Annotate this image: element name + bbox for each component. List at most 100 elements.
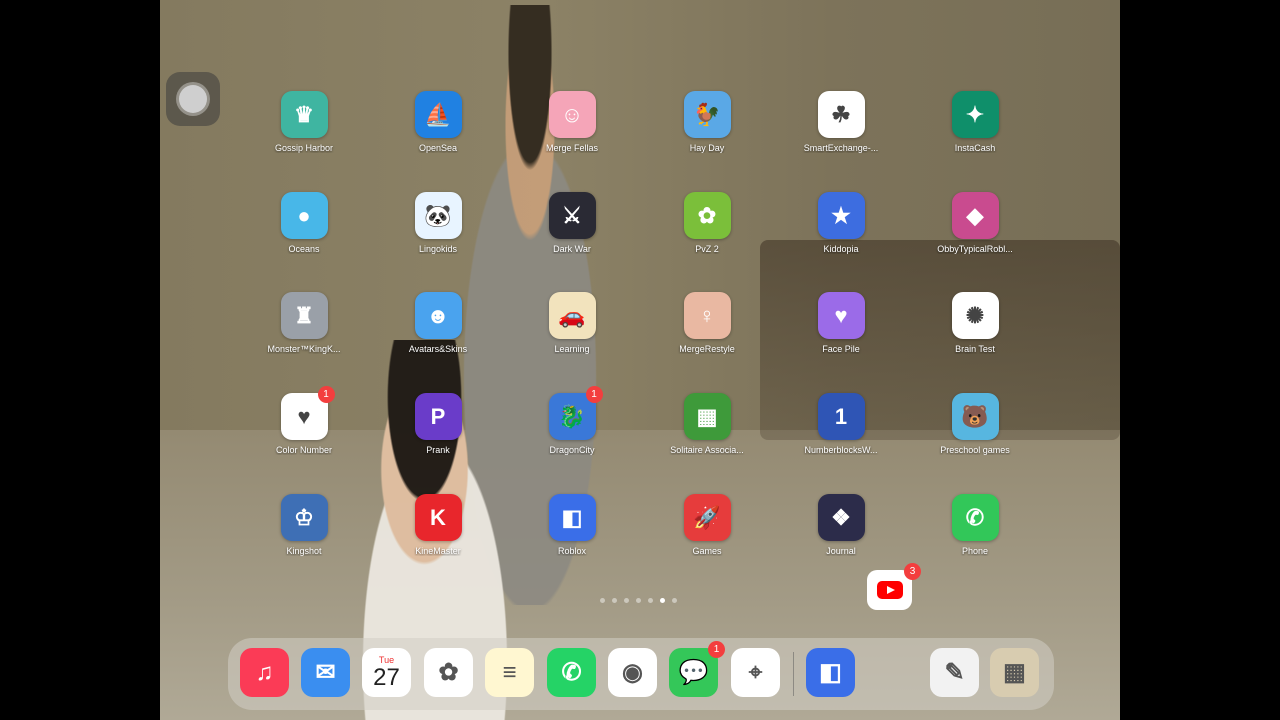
pufferfish-icon: ● (280, 192, 328, 239)
app-label: InstaCash (954, 143, 996, 153)
assistive-touch-icon (179, 85, 207, 113)
page-dot[interactable] (672, 598, 677, 603)
app-instacash[interactable]: ✦ InstaCash (920, 91, 1030, 153)
color-heart-icon: ♥ 1 (280, 386, 335, 440)
app-kinemaster[interactable]: K KineMaster (383, 494, 493, 556)
rocket-icon: 🚀 (683, 494, 731, 541)
kinemaster-icon: K (414, 494, 462, 541)
app-solitaire[interactable]: ▦ Solitaire Associa... (652, 393, 762, 455)
app-preschool[interactable]: 🐻 Preschool games (920, 393, 1030, 455)
preschool-icon: 🐻 (951, 393, 999, 440)
notes-icon[interactable]: ≡ (485, 648, 534, 697)
page-dot[interactable] (648, 598, 653, 603)
app-brain-test[interactable]: ✺ Brain Test (920, 292, 1030, 354)
app-label: DragonCity (549, 445, 595, 455)
app-label: NumberblocksW... (804, 445, 878, 455)
gossip-harbor-icon: ♛ (280, 91, 328, 138)
roblox-icon[interactable]: ◧ (806, 648, 855, 697)
whatsapp-icon[interactable]: ✆ (547, 648, 596, 697)
instacash-icon: ✦ (951, 91, 999, 138)
app-merge-restyle[interactable]: ♀ MergeRestyle (652, 292, 762, 354)
kingshot-icon: ♔ (280, 494, 328, 541)
app-label: Dark War (553, 244, 591, 254)
phone-icon: ✆ (951, 494, 999, 541)
app-label: Avatars&Skins (408, 344, 468, 354)
app-roblox[interactable]: ◧ Roblox (517, 494, 627, 556)
page-dot[interactable] (660, 598, 665, 603)
app-library-icon[interactable]: ▦ (990, 648, 1039, 697)
app-rocket[interactable]: 🚀 Games (652, 494, 762, 556)
app-hay-day[interactable]: 🐓 Hay Day (652, 91, 762, 153)
merge-fellas-icon: ☺ (548, 91, 596, 138)
solitaire-icon: ▦ (683, 393, 731, 440)
dragon-icon: 🐉 1 (548, 386, 603, 440)
app-dark-war[interactable]: ⚔ Dark War (517, 192, 627, 254)
app-lingokids[interactable]: 🐼 Lingokids (383, 192, 493, 254)
pvz-icon: ✿ (683, 192, 731, 239)
calendar-icon[interactable]: Tue 27 (362, 648, 411, 697)
app-learning[interactable]: 🚗 Learning (517, 292, 627, 354)
safari-icon[interactable]: ⌖ (731, 648, 780, 697)
page-dot[interactable] (636, 598, 641, 603)
app-obby[interactable]: ◆ ObbyTypicalRobl... (920, 192, 1030, 254)
app-label: Merge Fellas (545, 143, 599, 153)
mail-icon[interactable]: ✉ (301, 648, 350, 697)
app-color-heart[interactable]: ♥ 1 Color Number (249, 386, 359, 455)
app-label: Face Pile (822, 344, 860, 354)
app-label: Kingshot (286, 546, 322, 556)
ipad-home-screen: ♛ Gossip Harbor ⛵ OpenSea ☺ Merge Fellas 🐓 Hay … (160, 0, 1120, 720)
calendar-day: Tue (378, 654, 395, 665)
page-dot[interactable] (600, 598, 605, 603)
page-dot[interactable] (624, 598, 629, 603)
learning-icon: 🚗 (548, 292, 596, 339)
app-gossip-harbor[interactable]: ♛ Gossip Harbor (249, 91, 359, 153)
app-label: OpenSea (418, 143, 458, 153)
kiddopia-icon: ★ (817, 192, 865, 239)
photos-icon[interactable]: ✿ (424, 648, 473, 697)
app-avatars-skins[interactable]: ☻ Avatars&Skins (383, 292, 493, 354)
app-journal[interactable]: ❖ Journal (786, 494, 896, 556)
app-numberblocks[interactable]: 1 NumberblocksW... (786, 393, 896, 455)
app-kiddopia[interactable]: ★ Kiddopia (786, 192, 896, 254)
page-indicator[interactable] (600, 598, 677, 603)
chrome-icon[interactable]: ◉ (608, 648, 657, 697)
numberblocks-icon: 1 (817, 393, 865, 440)
app-label: PvZ 2 (695, 244, 719, 254)
assistive-touch-button[interactable] (166, 72, 220, 126)
hay-day-icon: 🐓 (683, 91, 731, 138)
app-label: Brain Test (955, 344, 995, 354)
app-kingshot[interactable]: ♔ Kingshot (249, 494, 359, 556)
app-opensea[interactable]: ⛵ OpenSea (383, 91, 493, 153)
dock-separator (793, 652, 794, 696)
page-dot[interactable] (612, 598, 617, 603)
brain-test-icon: ✺ (951, 292, 999, 339)
messages-icon[interactable]: 💬 1 (669, 641, 725, 697)
brush-app-icon[interactable]: ✎ (930, 648, 979, 697)
dock: ♫ ✉ Tue 27 ✿ ≡ ✆ ◉ 💬 1 ⌖ ◧ ✎ ▦ (228, 638, 1054, 710)
app-pufferfish[interactable]: ● Oceans (249, 192, 359, 254)
app-face-pile[interactable]: ♥ Face Pile (786, 292, 896, 354)
face-pile-icon: ♥ (817, 292, 865, 339)
youtube-icon (876, 581, 903, 599)
app-label: Learning (554, 344, 590, 354)
monster-king-icon: ♜ (280, 292, 328, 339)
music-icon[interactable]: ♫ (240, 648, 289, 697)
app-phone[interactable]: ✆ Phone (920, 494, 1030, 556)
notification-badge: 1 (585, 386, 603, 403)
app-dragon[interactable]: 🐉 1 DragonCity (517, 386, 627, 455)
app-merge-fellas[interactable]: ☺ Merge Fellas (517, 91, 627, 153)
app-label: Journal (826, 546, 856, 556)
avatars-skins-icon: ☻ (414, 292, 462, 339)
lingokids-icon: 🐼 (414, 192, 462, 239)
app-label: Prank (426, 445, 450, 455)
app-prank[interactable]: P Prank (383, 393, 493, 455)
app-label: Phone (961, 546, 989, 556)
app-label: Roblox (557, 546, 586, 556)
prank-icon: P (414, 393, 462, 440)
app-pvz[interactable]: ✿ PvZ 2 (652, 192, 762, 254)
app-monster-king[interactable]: ♜ Monster™KingK... (249, 292, 359, 354)
obby-icon: ◆ (951, 192, 999, 239)
app-clover[interactable]: ☘ SmartExchange-... (786, 91, 896, 153)
calendar-date: 27 (373, 663, 400, 691)
youtube-app[interactable]: 3 (867, 563, 921, 610)
